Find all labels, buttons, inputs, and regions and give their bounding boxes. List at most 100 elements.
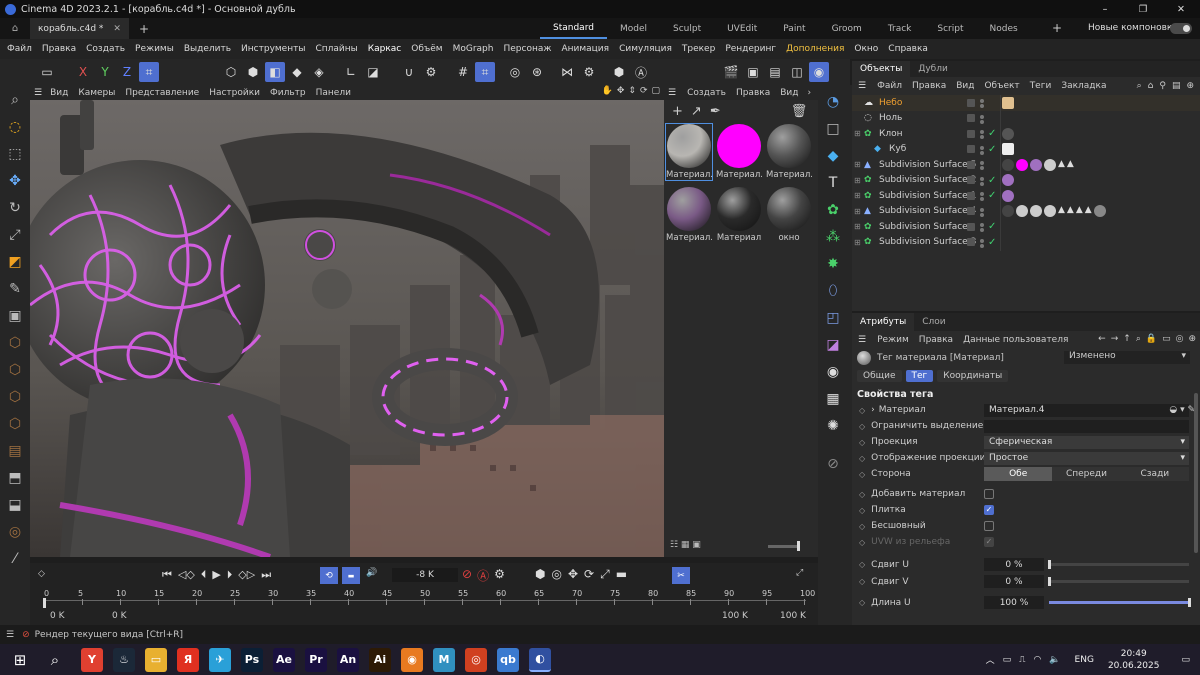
objects-tab-1[interactable]: Дубли [910, 61, 956, 77]
spline-icon[interactable]: ◰ [821, 306, 845, 330]
keyframe-diamond-icon[interactable]: ◇ [859, 598, 865, 607]
object-row[interactable]: ⊞ ▲ Subdivision Surface.4 ▲ ▲ ▲ ▲ [852, 204, 1200, 220]
deformer-icon[interactable]: ✸ [821, 252, 845, 276]
range-end-field-2[interactable]: 100 K [780, 611, 806, 621]
redshift-icon[interactable]: ◉ [809, 62, 829, 82]
rotate-view-icon[interactable]: ⟳ [640, 86, 648, 96]
material-swatch[interactable]: Материал [716, 187, 762, 243]
menu-item-3[interactable]: Режимы [130, 44, 179, 54]
menu-item-12[interactable]: Симуляция [614, 44, 677, 54]
taskbar-app-12[interactable]: ◎ [465, 647, 487, 672]
render-dot[interactable] [980, 166, 984, 170]
attr-menu-item-2[interactable]: Данные пользователя [958, 335, 1073, 345]
dolly-icon[interactable]: ⇕ [628, 86, 636, 96]
side-option-0[interactable]: Обе [984, 467, 1053, 481]
material-swatch[interactable]: Материал.1 [666, 187, 712, 243]
tile-checkbox[interactable]: ✓ [984, 505, 994, 515]
texture-icon[interactable]: ⬡ [3, 331, 27, 355]
next-key-icon[interactable]: ◇▷ [238, 568, 255, 582]
expand-icon[interactable]: ⊞ [854, 160, 864, 169]
visibility-dot[interactable] [980, 192, 984, 196]
volume-icon[interactable]: 🔈 [1049, 655, 1060, 665]
material-menu-item-1[interactable]: Правка [731, 88, 775, 98]
expand-icon[interactable]: ⊞ [854, 176, 864, 185]
material-swatch[interactable]: окно [766, 187, 812, 243]
taskbar-app-6[interactable]: Ae [273, 647, 295, 672]
offset-v-slider[interactable] [1048, 577, 1189, 586]
add-attr-icon[interactable]: ⊕ [1188, 334, 1196, 344]
delete-material-icon[interactable]: 🗑 [791, 104, 808, 119]
material-swatch[interactable]: Материал.4 [665, 123, 713, 181]
layout-tab-track[interactable]: Track [875, 18, 925, 39]
viewport-menu-item-2[interactable]: Представление [120, 88, 204, 98]
keyframe-diamond-icon[interactable]: ◇ [859, 438, 865, 447]
attr-subtab-1[interactable]: Тег [905, 370, 934, 382]
tracer-icon[interactable]: ✺ [821, 414, 845, 438]
settings-gear-icon[interactable]: ⚙ [421, 62, 441, 82]
arrow-icon[interactable]: ↗ [691, 104, 702, 119]
snap-grid-icon[interactable]: # [453, 62, 473, 82]
objects-tab-0[interactable]: Объекты [852, 61, 911, 77]
axis-mode-icon[interactable]: ∟ [341, 62, 361, 82]
render-dot[interactable] [980, 104, 984, 108]
visibility-dot[interactable] [980, 223, 984, 227]
taskbar-app-8[interactable]: An [337, 647, 359, 672]
object-row[interactable]: ⊞ ▲ Subdivision Surface.5 ▲ ▲ [852, 157, 1200, 173]
layer-checkbox[interactable] [967, 191, 975, 200]
object-row[interactable]: ⊞ ✿ Subdivision Surface.2 ✓ [852, 173, 1200, 189]
symmetry-icon[interactable]: ⋈ [557, 62, 577, 82]
key-param-icon[interactable]: ▬ [616, 567, 627, 582]
phong-tag-icon[interactable]: ▲ [1085, 205, 1092, 217]
play-icon[interactable]: ▶ [212, 568, 220, 582]
menu-item-11[interactable]: Анимация [556, 44, 614, 54]
tray-arrow-icon[interactable]: ︿ [986, 653, 995, 666]
material-menu-icon[interactable]: ☰ [668, 88, 676, 98]
axis-x-button[interactable]: X [73, 62, 93, 82]
snap-icon[interactable]: ◩ [3, 250, 27, 274]
layer-checkbox[interactable] [967, 160, 975, 169]
workplane-settings-icon[interactable]: ⊛ [527, 62, 547, 82]
taskbar-app-0[interactable]: Y [81, 647, 103, 672]
visibility-dot[interactable] [980, 130, 984, 134]
render-picture-icon[interactable]: ▣ [743, 62, 763, 82]
keyframe-diamond-icon[interactable]: ◇ [859, 560, 865, 569]
mode-dropdown[interactable]: Изменено ▾ [1064, 351, 1190, 364]
add-tab-icon[interactable]: + [139, 22, 149, 36]
layout-tab-paint[interactable]: Paint [770, 18, 818, 39]
keyframe-diamond-icon[interactable]: ◇ [859, 470, 865, 479]
move-view-icon[interactable]: ✥ [617, 86, 625, 96]
search-attr-icon[interactable]: ⌕ [1136, 334, 1141, 344]
go-end-icon[interactable]: ⏭ [261, 568, 271, 582]
taskbar-app-10[interactable]: ◉ [401, 647, 423, 672]
brush-tool-icon[interactable]: ⊘ [821, 452, 845, 476]
loop-icon[interactable]: ⟲ [320, 567, 338, 584]
phong-tag-icon[interactable]: ▲ [1067, 205, 1074, 217]
up-icon[interactable]: ↑ [1123, 334, 1131, 344]
viewport-menu-item-4[interactable]: Фильтр [265, 88, 311, 98]
symmetry-settings-icon[interactable]: ⚙ [579, 62, 599, 82]
material-tag-icon[interactable] [1002, 96, 1014, 109]
material-tag-icon[interactable] [1044, 205, 1056, 218]
null-icon[interactable]: □ [821, 117, 845, 141]
layer-checkbox[interactable] [967, 145, 975, 154]
side-option-1[interactable]: Спереди [1052, 467, 1121, 481]
menu-item-4[interactable]: Выделить [179, 44, 236, 54]
add-material-checkbox[interactable] [984, 489, 994, 499]
rect-selection-icon[interactable]: ⬚ [3, 142, 27, 166]
material-tag-icon[interactable] [1002, 143, 1014, 156]
key-scale-icon[interactable]: ⤢ [600, 567, 610, 582]
enabled-check-icon[interactable]: ✓ [988, 128, 996, 139]
viewport-menu-item-3[interactable]: Настройки [204, 88, 265, 98]
visibility-dot[interactable] [980, 161, 984, 165]
more-icon[interactable]: › [807, 88, 811, 98]
object-menu-item-5[interactable]: Закладка [1056, 81, 1111, 91]
enabled-check-icon[interactable]: ✓ [988, 221, 996, 232]
field-icon[interactable]: ⬯ [821, 279, 845, 303]
material-tag-icon[interactable] [1002, 189, 1014, 202]
layers-icon[interactable]: ▤ [1172, 81, 1181, 91]
expand-icon[interactable]: ⊞ [854, 207, 864, 216]
forward-icon[interactable]: → [1111, 334, 1119, 344]
object-row[interactable]: ◆ Куб ✓ [852, 142, 1200, 158]
close-icon[interactable]: ✕ [1162, 0, 1200, 18]
enabled-check-icon[interactable]: ✓ [988, 175, 996, 186]
